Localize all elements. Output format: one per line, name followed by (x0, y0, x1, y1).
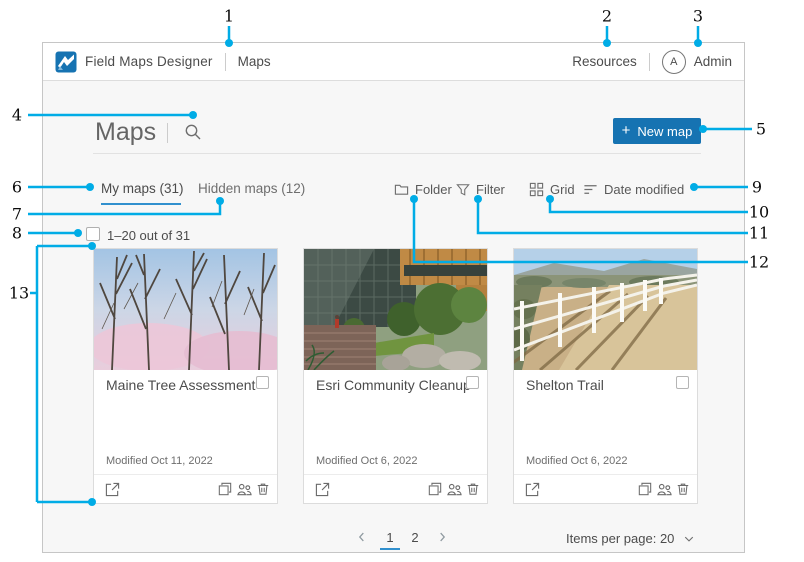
title-rule (93, 153, 701, 154)
nav-resources[interactable]: Resources (572, 54, 637, 69)
title-divider (167, 123, 168, 143)
search-icon[interactable] (184, 123, 202, 141)
callout-12: 12 (749, 253, 769, 272)
map-checkbox[interactable] (466, 376, 479, 389)
selection-count: 1–20 out of 31 (107, 228, 190, 243)
callout-5: 5 (756, 120, 766, 139)
field-maps-logo-icon (55, 51, 77, 73)
card-footer-divider (304, 474, 487, 475)
items-per-page-select[interactable]: Items per page: 20 (566, 531, 674, 546)
callout-7: 7 (12, 205, 22, 224)
page-1-button[interactable]: 1 (382, 530, 398, 545)
sort-icon (583, 182, 598, 197)
app-title: Field Maps Designer (85, 54, 213, 69)
active-tab-underline (101, 203, 181, 205)
tab-my-maps[interactable]: My maps (31) (101, 181, 184, 196)
callout-9: 9 (752, 178, 762, 197)
modified-date: Modified Oct 11, 2022 (106, 455, 213, 467)
modified-date: Modified Oct 6, 2022 (526, 455, 628, 467)
filter-icon (456, 183, 470, 197)
annotated-screenshot: 1 2 3 4 5 6 7 8 9 10 11 12 13 Field Maps… (0, 0, 804, 562)
avatar[interactable]: A (662, 50, 686, 74)
share-icon[interactable] (657, 482, 672, 497)
plus-icon: + (622, 123, 631, 138)
modified-date: Modified Oct 6, 2022 (316, 455, 418, 467)
header-divider (225, 53, 226, 71)
new-map-button[interactable]: + New map (613, 118, 701, 144)
callout-4: 4 (12, 106, 22, 125)
page-title: Maps (95, 118, 156, 147)
map-title: Esri Community Cleanup (316, 377, 471, 393)
callout-11: 11 (749, 224, 769, 243)
duplicate-icon[interactable] (638, 482, 653, 497)
select-all-checkbox[interactable] (86, 227, 100, 241)
callout-13: 13 (9, 284, 29, 303)
delete-icon[interactable] (466, 482, 481, 497)
open-map-icon[interactable] (315, 482, 330, 497)
map-checkbox[interactable] (256, 376, 269, 389)
app-window: Field Maps Designer Maps Resources A Adm… (42, 42, 745, 553)
callout-3: 3 (693, 7, 703, 26)
callout-1: 1 (224, 7, 234, 26)
map-card[interactable]: Shelton Trail Modified Oct 6, 2022 (513, 248, 698, 504)
chevron-right-icon[interactable] (435, 530, 449, 544)
grid-icon (529, 182, 544, 197)
map-card[interactable]: Esri Community Cleanup Modified Oct 6, 2… (303, 248, 488, 504)
open-map-icon[interactable] (105, 482, 120, 497)
map-checkbox[interactable] (676, 376, 689, 389)
open-map-icon[interactable] (525, 482, 540, 497)
active-page-underline (380, 548, 400, 550)
tab-hidden-maps[interactable]: Hidden maps (12) (198, 181, 305, 196)
header-divider (649, 53, 650, 71)
grid-view-button[interactable]: Grid (529, 182, 575, 197)
card-footer-divider (94, 474, 277, 475)
sort-button[interactable]: Date modified (583, 182, 684, 197)
duplicate-icon[interactable] (428, 482, 443, 497)
folder-button[interactable]: Folder (394, 182, 452, 197)
map-card[interactable]: Maine Tree Assessment Modified Oct 11, 2… (93, 248, 278, 504)
callout-6: 6 (12, 178, 22, 197)
filter-button[interactable]: Filter (456, 182, 505, 197)
callout-10: 10 (749, 203, 769, 222)
account-menu[interactable]: Admin (694, 54, 732, 69)
map-title: Maine Tree Assessment (106, 377, 255, 393)
duplicate-icon[interactable] (218, 482, 233, 497)
chevron-left-icon[interactable] (355, 530, 369, 544)
app-header: Field Maps Designer Maps Resources A Adm… (43, 43, 744, 81)
callout-2: 2 (602, 7, 612, 26)
share-icon[interactable] (237, 482, 252, 497)
map-thumbnail (514, 249, 697, 370)
folder-icon (394, 182, 409, 197)
delete-icon[interactable] (676, 482, 691, 497)
card-footer-divider (514, 474, 697, 475)
share-icon[interactable] (447, 482, 462, 497)
nav-maps[interactable]: Maps (238, 54, 271, 69)
map-title: Shelton Trail (526, 377, 604, 393)
page-2-button[interactable]: 2 (407, 530, 423, 545)
map-thumbnail (94, 249, 277, 370)
chevron-down-icon[interactable] (683, 532, 695, 544)
delete-icon[interactable] (256, 482, 271, 497)
map-thumbnail (304, 249, 487, 370)
callout-8: 8 (12, 224, 22, 243)
